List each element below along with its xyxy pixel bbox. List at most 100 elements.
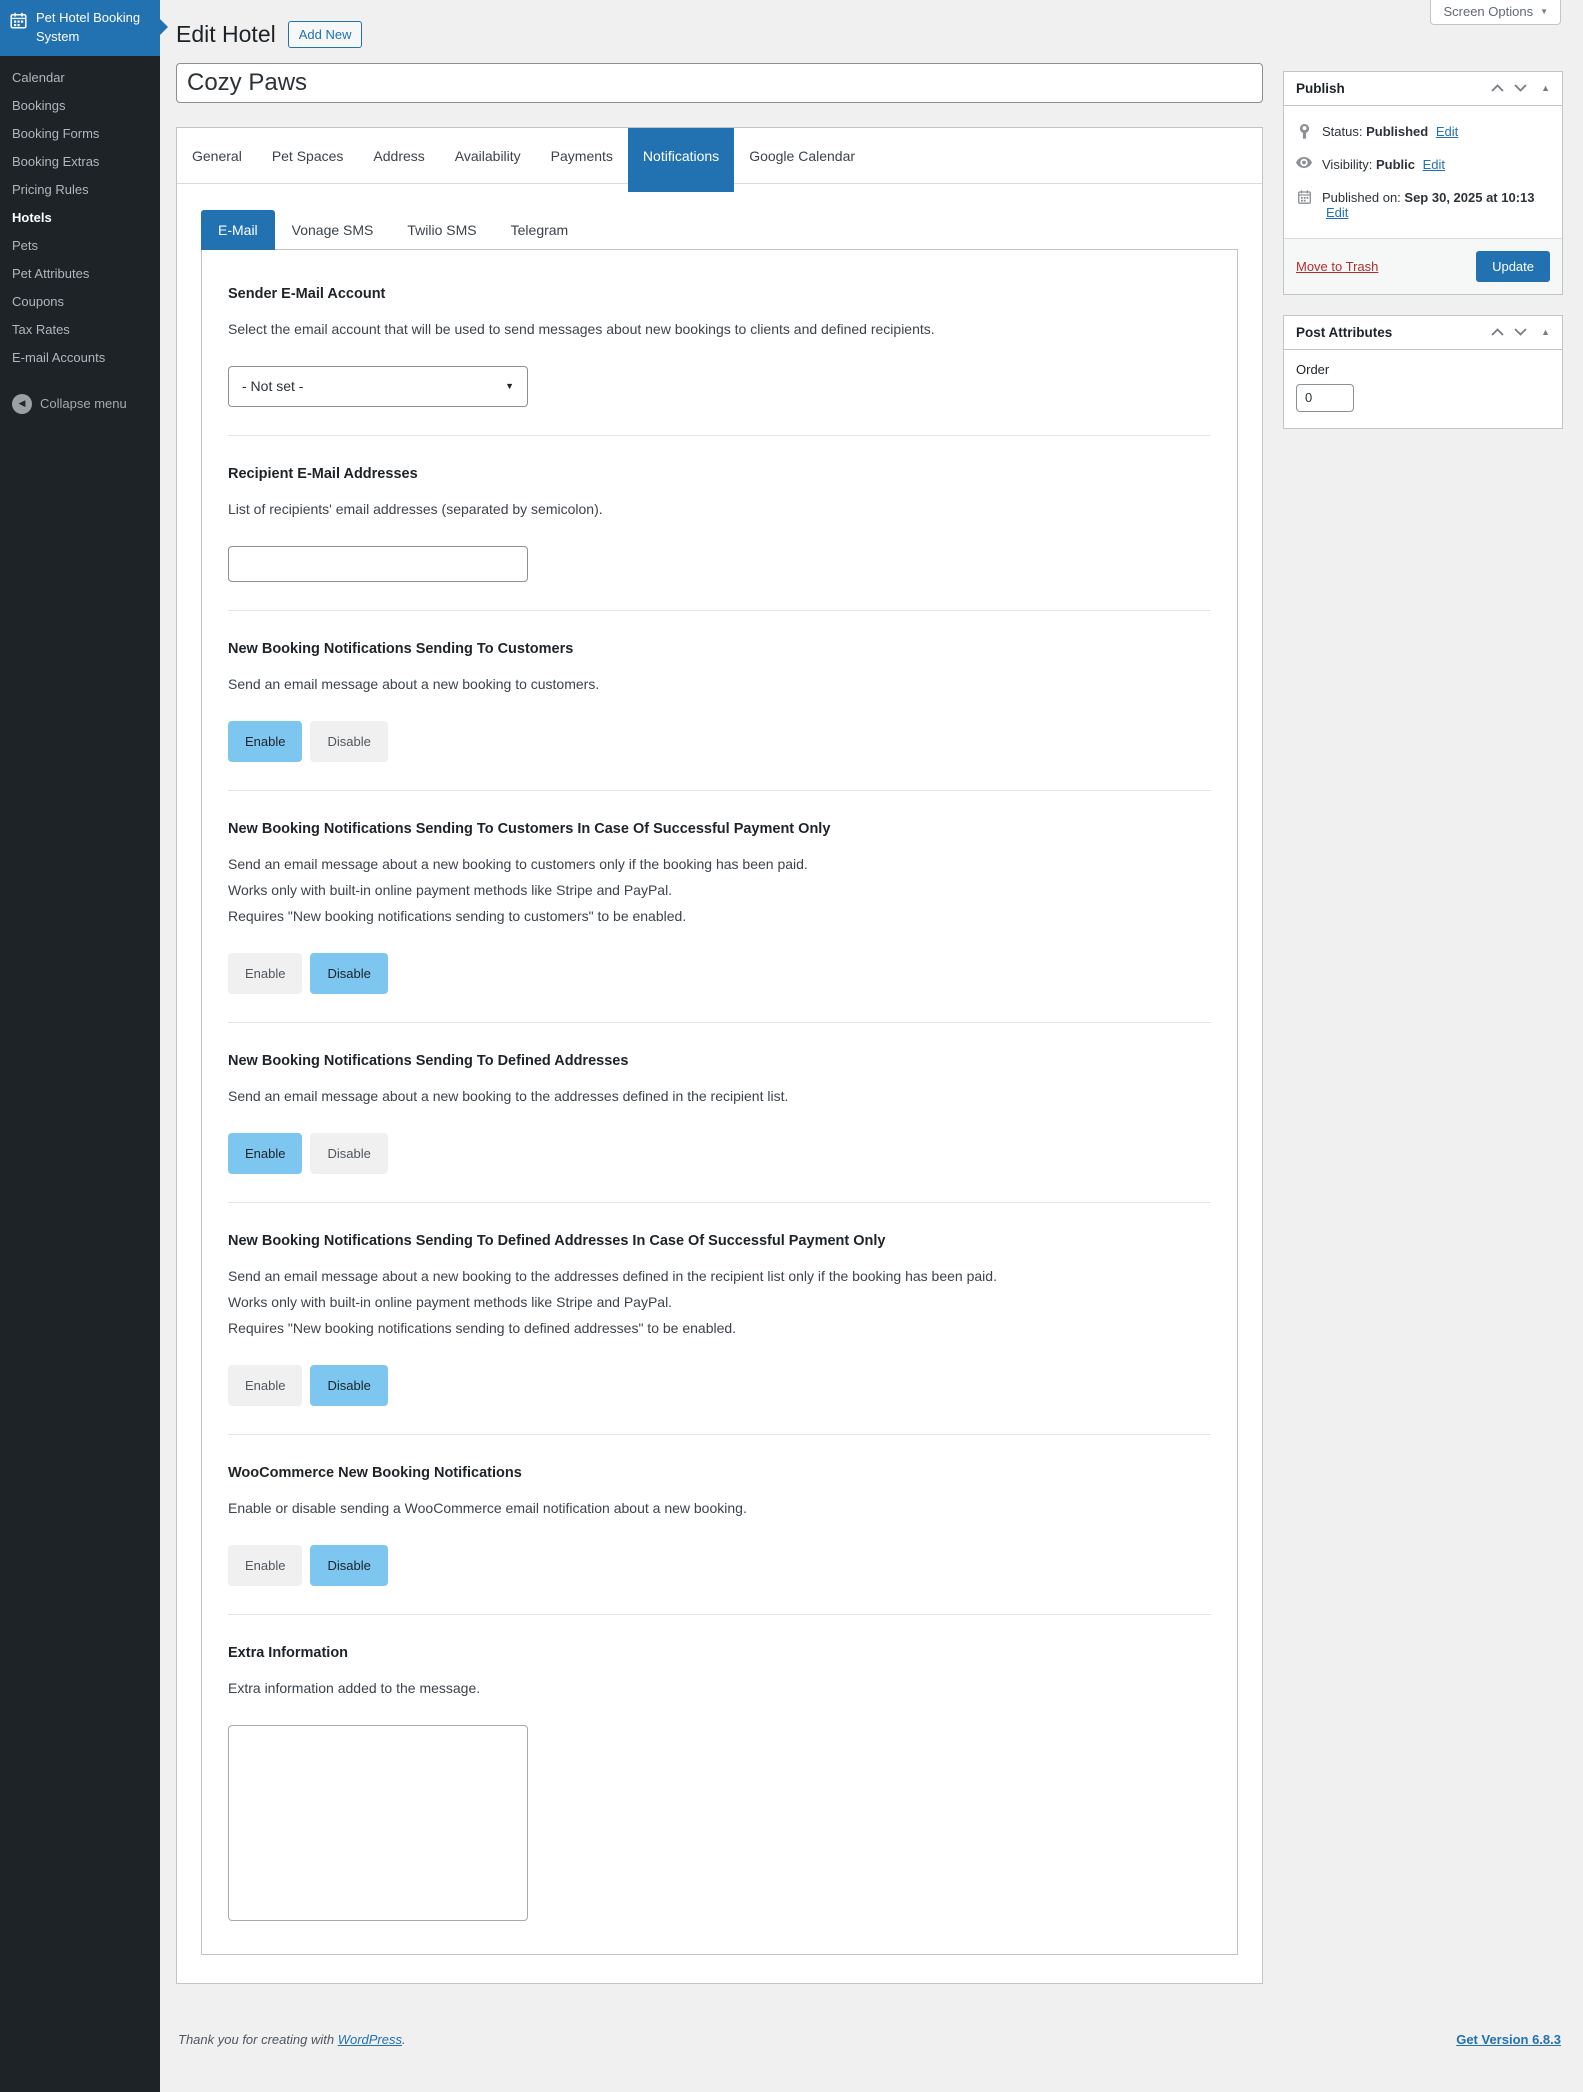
edit-status-link[interactable]: Edit bbox=[1436, 124, 1458, 139]
collapse-menu-label: Collapse menu bbox=[40, 396, 127, 412]
sidebar-item-tax-rates[interactable]: Tax Rates bbox=[0, 316, 160, 344]
screen-options-label: Screen Options bbox=[1443, 4, 1534, 19]
footer-thanks-period: . bbox=[402, 2031, 406, 2047]
subtab-e-mail[interactable]: E-Mail bbox=[201, 209, 275, 250]
enable-button[interactable]: Enable bbox=[228, 1364, 303, 1406]
update-button[interactable]: Update bbox=[1476, 250, 1550, 282]
screen-options-button[interactable]: Screen Options ▼ bbox=[1430, 0, 1561, 25]
panel-toggle-icon[interactable]: ▲ bbox=[1541, 327, 1550, 337]
section-heading: New Booking Notifications Sending To Cus… bbox=[228, 640, 574, 657]
post-attributes-body: Order bbox=[1284, 350, 1562, 428]
page-header: Edit Hotel Add New bbox=[176, 0, 1563, 50]
description-line: Send an email message about a new bookin… bbox=[228, 855, 808, 872]
publish-panel-header: Publish ▲ bbox=[1284, 72, 1562, 106]
description-line: Enable or disable sending a WooCommerce … bbox=[228, 1499, 747, 1516]
sidebar-item-booking-extras[interactable]: Booking Extras bbox=[0, 148, 160, 176]
order-input[interactable] bbox=[1296, 383, 1354, 412]
move-down-icon[interactable] bbox=[1514, 328, 1527, 337]
panel-toggle-icon[interactable]: ▲ bbox=[1541, 83, 1550, 93]
published-on-value: Sep 30, 2025 at 10:13 bbox=[1404, 189, 1535, 205]
sidebar-item-pet-attributes[interactable]: Pet Attributes bbox=[0, 260, 160, 288]
email-settings-box: Sender E-Mail Account Select the email a… bbox=[201, 248, 1238, 1955]
disable-button[interactable]: Disable bbox=[310, 952, 388, 994]
collapse-menu-button[interactable]: ◀ Collapse menu bbox=[0, 386, 160, 422]
sidebar-item-calendar[interactable]: Calendar bbox=[0, 64, 160, 92]
sidebar-item-coupons[interactable]: Coupons bbox=[0, 288, 160, 316]
notification-subtabs: E-Mail Vonage SMS Twilio SMS Telegram bbox=[201, 209, 1238, 250]
sidebar-item-pet-hotel-booking-system[interactable]: Pet Hotel Booking System bbox=[0, 0, 168, 56]
main-column: GeneralPet SpacesAddressAvailabilityPaym… bbox=[176, 62, 1263, 1984]
enable-button[interactable]: Enable bbox=[228, 952, 303, 994]
sidebar-item-booking-forms[interactable]: Booking Forms bbox=[0, 120, 160, 148]
post-attributes-title: Post Attributes bbox=[1296, 324, 1393, 340]
description-line: Works only with built-in online payment … bbox=[228, 881, 673, 898]
subtab-twilio-sms[interactable]: Twilio SMS bbox=[390, 210, 493, 250]
recipient-emails-input[interactable] bbox=[228, 545, 528, 582]
enable-button[interactable]: Enable bbox=[228, 1132, 303, 1174]
post-attributes-panel: Post Attributes ▲ Order bbox=[1283, 314, 1563, 429]
enable-button[interactable]: Enable bbox=[228, 1544, 303, 1586]
section-description: Send an email message about a new bookin… bbox=[228, 671, 1211, 697]
edit-date-link[interactable]: Edit bbox=[1326, 205, 1348, 220]
section-heading: New Booking Notifications Sending To Def… bbox=[228, 1052, 629, 1069]
sidebar-item-hotels[interactable]: Hotels bbox=[0, 204, 160, 232]
extra-information-textarea[interactable] bbox=[228, 1724, 528, 1921]
description-line: Works only with built-in online payment … bbox=[228, 1293, 673, 1310]
section-recipient-e-mail-addresses: Recipient E-Mail Addresses List of recip… bbox=[228, 434, 1211, 610]
hotel-title-input[interactable] bbox=[176, 62, 1263, 103]
status-label: Status: bbox=[1322, 123, 1363, 139]
tab-address[interactable]: Address bbox=[358, 128, 439, 184]
move-down-icon[interactable] bbox=[1514, 84, 1527, 93]
section-heading: New Booking Notifications Sending To Cus… bbox=[228, 820, 831, 837]
sender-email-select[interactable]: - Not set - ▼ bbox=[228, 365, 528, 407]
section-control: Enable Disable bbox=[228, 952, 1211, 994]
publish-panel: Publish ▲ Status: Published Edit Visibil… bbox=[1283, 70, 1563, 295]
chevron-down-icon: ▼ bbox=[1540, 7, 1548, 16]
section-description: Send an email message about a new bookin… bbox=[228, 1263, 1211, 1341]
add-new-button[interactable]: Add New bbox=[287, 21, 363, 49]
sidebar-item-pets[interactable]: Pets bbox=[0, 232, 160, 260]
subtab-telegram[interactable]: Telegram bbox=[494, 210, 586, 250]
sidebar-item-pricing-rules[interactable]: Pricing Rules bbox=[0, 176, 160, 204]
disable-button[interactable]: Disable bbox=[310, 1364, 388, 1406]
sidebar-menu: Calendar Bookings Booking Forms Booking Ext… bbox=[0, 56, 160, 372]
section-description: Enable or disable sending a WooCommerce … bbox=[228, 1495, 1211, 1521]
hotel-settings-panel: General Pet Spaces Address Availability Paym… bbox=[176, 126, 1263, 1984]
description-line: Send an email message about a new bookin… bbox=[228, 1267, 997, 1284]
tab-notifications[interactable]: Notifications bbox=[627, 127, 735, 192]
footer-thanks-text: Thank you for creating with bbox=[178, 2031, 338, 2047]
tab-google-calendar[interactable]: Google Calendar bbox=[734, 128, 870, 184]
description-line: Requires "New booking notifications send… bbox=[228, 907, 687, 924]
move-to-trash-link[interactable]: Move to Trash bbox=[1296, 259, 1378, 274]
status-row: Status: Published Edit bbox=[1296, 123, 1550, 139]
enable-button[interactable]: Enable bbox=[228, 720, 303, 762]
settings-tabbar: General Pet Spaces Address Availability Paym… bbox=[177, 127, 1262, 192]
wordpress-link[interactable]: WordPress bbox=[338, 2032, 402, 2047]
disable-button[interactable]: Disable bbox=[310, 1132, 388, 1174]
section-control: Enable Disable bbox=[228, 720, 1211, 762]
description-line: Send an email message about a new bookin… bbox=[228, 1087, 789, 1104]
section-new-booking-notifications-sending-to-defined-addresses: New Booking Notifications Sending To Def… bbox=[228, 1021, 1211, 1202]
description-line: Requires "New booking notifications send… bbox=[228, 1319, 737, 1336]
move-up-icon[interactable] bbox=[1491, 84, 1504, 93]
section-heading: Recipient E-Mail Addresses bbox=[228, 465, 418, 482]
move-up-icon[interactable] bbox=[1491, 328, 1504, 337]
sidebar-item-e-mail-accounts[interactable]: E-mail Accounts bbox=[0, 344, 160, 372]
edit-visibility-link[interactable]: Edit bbox=[1423, 157, 1445, 172]
visibility-value: Public bbox=[1375, 156, 1415, 172]
tab-availability[interactable]: Availability bbox=[440, 128, 536, 184]
tab-payments[interactable]: Payments bbox=[536, 128, 628, 184]
get-version-link[interactable]: Get Version 6.8.3 bbox=[1456, 2032, 1561, 2047]
disable-button[interactable]: Disable bbox=[310, 720, 388, 762]
tab-pet-spaces[interactable]: Pet Spaces bbox=[257, 128, 359, 184]
disable-button[interactable]: Disable bbox=[310, 1544, 388, 1586]
section-control: Enable Disable bbox=[228, 1132, 1211, 1174]
tab-general[interactable]: General bbox=[177, 128, 257, 184]
sidebar-item-bookings[interactable]: Bookings bbox=[0, 92, 160, 120]
section-extra-information: Extra Information Extra information adde… bbox=[228, 1613, 1211, 1952]
description-line: List of recipients' email addresses (sep… bbox=[228, 500, 603, 517]
pin-icon bbox=[1296, 123, 1312, 139]
subtab-vonage-sms[interactable]: Vonage SMS bbox=[275, 210, 391, 250]
description-line: Send an email message about a new bookin… bbox=[228, 675, 600, 692]
publish-panel-body: Status: Published Edit Visibility: Publi… bbox=[1284, 106, 1562, 238]
